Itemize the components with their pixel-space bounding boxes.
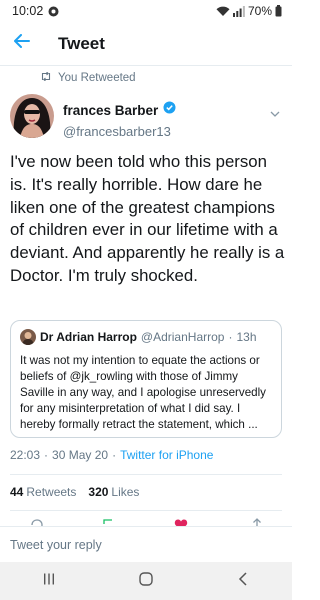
battery-percentage: 70% xyxy=(247,4,272,18)
meta-separator: · xyxy=(112,448,117,462)
meta-separator: · xyxy=(44,448,49,462)
quote-author-handle: @AdrianHarrop xyxy=(140,330,225,344)
avatar[interactable] xyxy=(10,94,54,138)
retweet-indicator: You Retweeted xyxy=(40,71,136,84)
retweet-action-icon[interactable] xyxy=(102,518,116,526)
quoted-tweet[interactable]: Dr Adrian Harrop @AdrianHarrop · 13h It … xyxy=(10,320,282,438)
recent-apps-icon xyxy=(43,572,55,590)
like-icon[interactable] xyxy=(174,518,188,526)
chevron-down-icon[interactable] xyxy=(270,104,280,122)
share-icon[interactable] xyxy=(250,518,264,526)
app-header: Tweet xyxy=(0,22,292,66)
action-bar xyxy=(0,518,292,526)
status-bar: 10:02 70% xyxy=(0,0,292,22)
quote-text: It was not my intention to equate the ac… xyxy=(20,354,266,431)
page-title: Tweet xyxy=(58,33,105,53)
divider xyxy=(10,510,282,511)
home-button[interactable] xyxy=(126,562,166,600)
author-name[interactable]: frances Barber xyxy=(63,103,158,118)
author-handle[interactable]: @francesbarber13 xyxy=(63,124,282,139)
tweet-source-link[interactable]: Twitter for iPhone xyxy=(120,448,213,462)
tweet-stats: 44 Retweets 320 Likes xyxy=(10,485,139,499)
tweet-author: frances Barber @francesbarber13 xyxy=(10,94,282,144)
quote-separator: · xyxy=(228,330,233,344)
quote-age: 13h xyxy=(236,330,257,344)
back-button[interactable] xyxy=(0,22,44,66)
tweet-meta: 22:03 · 30 May 20 · Twitter for iPhone xyxy=(10,448,213,462)
system-back-button[interactable] xyxy=(223,562,263,600)
back-arrow-icon xyxy=(14,34,30,53)
status-time: 10:02 xyxy=(12,4,44,18)
battery-icon xyxy=(275,5,282,17)
quote-author-name: Dr Adrian Harrop xyxy=(40,330,137,344)
divider xyxy=(10,474,282,475)
signal-icon xyxy=(232,5,245,17)
reply-bar xyxy=(0,526,292,562)
retweets-stat[interactable]: 44 Retweets xyxy=(10,485,76,499)
quote-avatar xyxy=(20,329,36,345)
system-nav-bar xyxy=(0,562,292,600)
reply-icon[interactable] xyxy=(30,518,44,526)
retweet-label: You Retweeted xyxy=(58,72,136,84)
retweet-icon xyxy=(40,71,52,84)
tweet-text: I've now been told who this person is. I… xyxy=(10,152,285,285)
reply-input[interactable] xyxy=(10,537,270,552)
verified-badge-icon xyxy=(163,101,176,119)
notification-icon xyxy=(48,6,59,17)
likes-stat[interactable]: 320 Likes xyxy=(88,485,139,499)
tweet-date: 30 May 20 xyxy=(52,448,109,462)
back-chevron-icon xyxy=(238,571,248,591)
wifi-icon xyxy=(216,6,230,17)
home-icon xyxy=(139,571,153,591)
recent-apps-button[interactable] xyxy=(29,562,69,600)
tweet-time: 22:03 xyxy=(10,448,41,462)
